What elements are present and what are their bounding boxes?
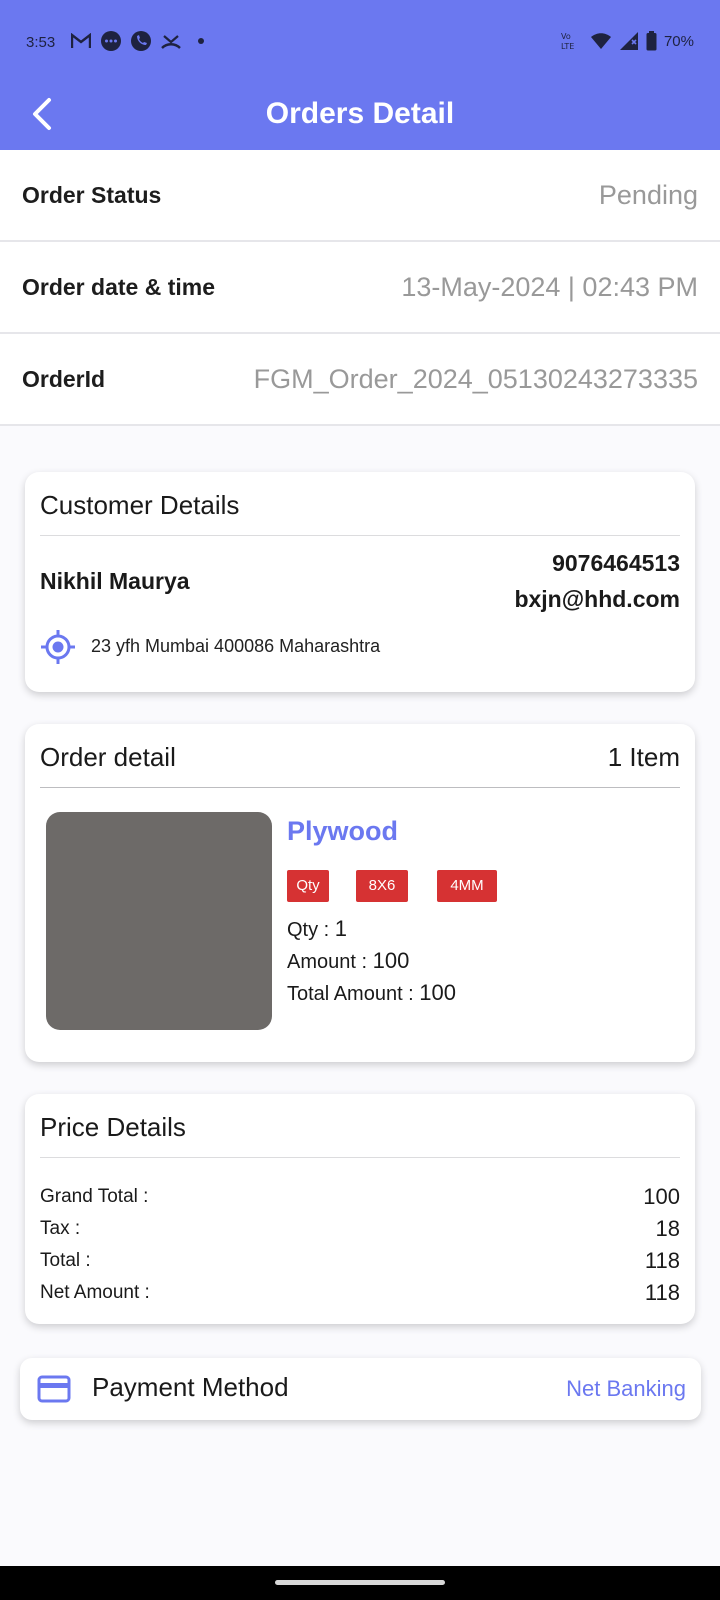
order-id-value: FGM_Order_2024_05130243273335 [253, 364, 698, 394]
order-id-label: OrderId [22, 366, 106, 392]
header: 3:53 Vo LTE 70% Orders Detail [0, 0, 720, 150]
signal-icon [618, 30, 640, 52]
app-bar: Orders Detail [0, 86, 720, 150]
product-qty: Qty : 1 [287, 916, 347, 942]
missed-call-icon [160, 30, 182, 52]
location-target-icon [41, 630, 75, 664]
payment-method-label: Payment Method [92, 1372, 289, 1402]
price-value: 100 [643, 1184, 680, 1209]
order-detail-card: Order detail 1 Item Plywood Qty 8X6 4MM … [25, 724, 695, 1062]
notification-icons [70, 30, 212, 52]
system-icons: Vo LTE 70% [558, 30, 694, 52]
order-status-value: Pending [598, 180, 698, 210]
order-date-label: Order date & time [22, 274, 215, 300]
volte-icon: Vo LTE [558, 30, 584, 52]
amount-label: Amount : [287, 951, 373, 973]
status-time: 3:53 [26, 34, 56, 51]
payment-method-value: Net Banking [566, 1376, 686, 1401]
svg-text:LTE: LTE [561, 42, 574, 51]
svg-text:Vo: Vo [561, 32, 571, 41]
credit-card-icon [37, 1375, 71, 1403]
tag-thickness: 4MM [437, 870, 497, 902]
total-amount-value: 100 [419, 980, 457, 1005]
customer-phone[interactable]: 9076464513 [552, 550, 680, 577]
price-label: Net Amount : [40, 1282, 150, 1303]
order-status-row: Order Status Pending [0, 150, 720, 242]
total-amount-label: Total Amount : [287, 983, 420, 1005]
home-gesture-handle[interactable] [275, 1580, 445, 1585]
page-title: Orders Detail [265, 97, 455, 130]
qty-label: Qty : [287, 919, 335, 941]
product-image[interactable] [46, 812, 272, 1030]
price-row-total: Total : 118 [40, 1248, 680, 1282]
chat-bubble-icon [100, 30, 122, 52]
order-status-label: Order Status [22, 182, 162, 208]
battery-icon [646, 30, 658, 52]
price-label: Total : [40, 1250, 91, 1271]
battery-percent: 70% [663, 32, 694, 50]
qty-value: 1 [334, 916, 348, 941]
order-date-value: 13-May-2024 | 02:43 PM [401, 272, 698, 302]
status-bar: 3:53 Vo LTE 70% [0, 0, 720, 86]
dot-icon [190, 30, 212, 52]
phone-call-icon [130, 30, 152, 52]
order-id-row: OrderId FGM_Order_2024_05130243273335 [0, 334, 720, 426]
wifi-icon [590, 30, 612, 52]
price-label: Tax : [40, 1218, 81, 1239]
item-count: 1 Item [607, 742, 680, 772]
customer-details-card: Customer Details Nikhil Maurya 907646451… [25, 472, 695, 692]
customer-email[interactable]: bxjn@hhd.com [514, 586, 680, 613]
customer-address: 23 yfh Mumbai 400086 Maharashtra [91, 636, 381, 656]
payment-method-card[interactable]: Payment Method Net Banking [20, 1358, 701, 1420]
price-row-grand-total: Grand Total : 100 [40, 1184, 680, 1218]
tag-size: 8X6 [356, 870, 408, 902]
customer-name: Nikhil Maurya [40, 568, 190, 594]
price-details-title: Price Details [40, 1112, 186, 1142]
amount-value: 100 [372, 948, 410, 973]
price-details-card: Price Details Grand Total : 100 Tax : 18… [25, 1094, 695, 1324]
divider [40, 787, 680, 788]
price-value: 18 [655, 1216, 680, 1241]
order-detail-title: Order detail [40, 742, 176, 772]
divider [40, 535, 680, 536]
price-row-tax: Tax : 18 [40, 1216, 680, 1250]
customer-details-title: Customer Details [40, 490, 240, 520]
product-name[interactable]: Plywood [287, 816, 398, 847]
tag-qty: Qty [287, 870, 329, 902]
product-amount: Amount : 100 [287, 948, 409, 974]
divider [40, 1157, 680, 1158]
price-row-net-amount: Net Amount : 118 [40, 1280, 680, 1314]
gmail-icon [70, 30, 92, 52]
price-value: 118 [644, 1248, 680, 1273]
price-label: Grand Total : [40, 1186, 149, 1207]
order-date-row: Order date & time 13-May-2024 | 02:43 PM [0, 242, 720, 334]
system-nav-bar [0, 1566, 720, 1600]
price-value: 118 [644, 1280, 680, 1305]
product-total-amount: Total Amount : 100 [287, 980, 456, 1006]
